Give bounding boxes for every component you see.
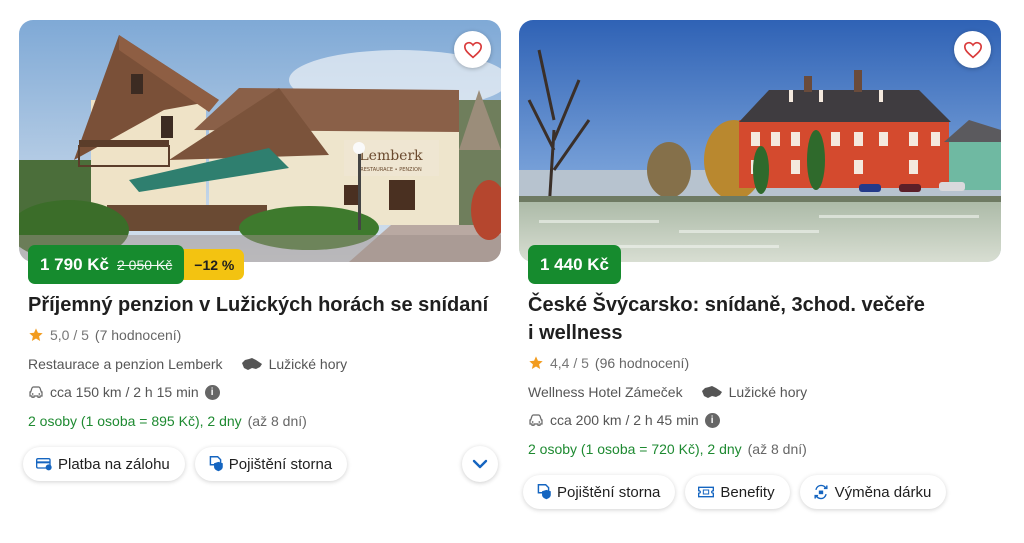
chip-cancellation-insurance[interactable]: Pojištění storna <box>523 475 676 509</box>
region-name: Lužické hory <box>728 384 808 400</box>
stay-extra: (až 8 dní) <box>747 441 807 457</box>
shield-document-icon <box>537 484 551 500</box>
rating-count: (7 hodnocení) <box>94 327 182 343</box>
offer-title-line2: i wellness <box>528 322 623 344</box>
travel-row: cca 150 km / 2 h 15 min i <box>28 384 220 400</box>
price-badge-group: 1 790 Kč 2 050 Kč −12 % <box>28 245 245 284</box>
chip-benefits[interactable]: Benefity <box>685 475 790 509</box>
offer-title[interactable]: Příjemný penzion v Lužických horách se s… <box>28 291 498 319</box>
star-icon <box>529 356 543 369</box>
car-icon <box>529 414 543 426</box>
offer-photo[interactable]: Lemberk RESTAURACE • PENZION <box>19 20 501 262</box>
photo-manor-hotel <box>519 20 1001 262</box>
chip-cancellation-insurance[interactable]: Pojištění storna <box>194 447 348 481</box>
travel-distance: cca 200 km / 2 h 45 min <box>550 412 699 428</box>
chip-deposit-payment[interactable]: Platba na zálohu <box>23 447 185 481</box>
sign-text: Lemberk <box>359 148 423 164</box>
price-badge: 1 440 Kč <box>528 245 621 284</box>
travel-distance: cca 150 km / 2 h 15 min <box>50 384 199 400</box>
region: Lužické hory <box>241 356 348 372</box>
photo-guesthouse: Lemberk RESTAURACE • PENZION <box>19 20 501 262</box>
heart-outline-icon <box>963 41 982 58</box>
price-badge: 1 790 Kč 2 050 Kč <box>28 245 185 284</box>
rating-score: 5,0 / 5 <box>50 327 89 343</box>
offer-title-line1: České Švýcarsko: snídaně, 3chod. večeře <box>528 294 925 316</box>
rating: 4,4 / 5 (96 hodnocení) <box>528 355 689 371</box>
czech-map-icon <box>241 358 262 370</box>
region-name: Lužické hory <box>268 356 348 372</box>
car-icon <box>29 386 43 398</box>
venue-row: Restaurace a penzion Lemberk Lužické hor… <box>28 356 347 372</box>
heart-outline-icon <box>463 41 482 58</box>
discount-badge: −12 % <box>178 249 245 280</box>
price-current: 1 790 Kč <box>40 254 109 274</box>
price-original: 2 050 Kč <box>117 256 173 273</box>
favorite-button[interactable] <box>954 31 991 68</box>
chip-label: Pojištění storna <box>557 483 661 501</box>
stay-details: 2 osoby (1 osoba = 720 Kč), 2 dny <box>528 441 742 457</box>
offer-card-penzion-lemberk[interactable]: Lemberk RESTAURACE • PENZION 1 790 Kč 2 … <box>19 20 501 482</box>
chip-gift-exchange[interactable]: Výměna dárku <box>799 475 947 509</box>
travel-row: cca 200 km / 2 h 45 min i <box>528 412 720 428</box>
card-payment-icon <box>36 458 52 471</box>
shield-document-icon <box>209 456 223 472</box>
info-icon[interactable]: i <box>704 412 720 428</box>
stay-info: 2 osoby (1 osoba = 895 Kč), 2 dny (až 8 d… <box>28 413 307 429</box>
venue-row: Wellness Hotel Zámeček Lužické hory <box>528 384 807 400</box>
expand-button[interactable] <box>462 446 498 482</box>
chip-label: Pojištění storna <box>228 455 333 473</box>
stay-info: 2 osoby (1 osoba = 720 Kč), 2 dny (až 8 d… <box>528 441 807 457</box>
czech-map-icon <box>701 386 722 398</box>
chevron-down-icon <box>472 459 488 469</box>
feature-chips: Pojištění storna Benefity Výměna dárku <box>523 475 947 509</box>
venue-name: Restaurace a penzion Lemberk <box>28 356 223 372</box>
info-icon[interactable]: i <box>204 384 220 400</box>
stay-extra: (až 8 dní) <box>247 413 307 429</box>
favorite-button[interactable] <box>454 31 491 68</box>
gift-exchange-icon <box>814 484 828 500</box>
chip-label: Platba na zálohu <box>58 455 170 473</box>
feature-chips: Platba na zálohu Pojištění storna <box>23 447 348 481</box>
rating-score: 4,4 / 5 <box>550 355 589 371</box>
rating: 5,0 / 5 (7 hodnocení) <box>28 327 181 343</box>
stay-details: 2 osoby (1 osoba = 895 Kč), 2 dny <box>28 413 242 429</box>
region: Lužické hory <box>701 384 808 400</box>
sign-subtext: RESTAURACE • PENZION <box>360 167 422 173</box>
price-badge-group: 1 440 Kč <box>528 245 621 284</box>
venue-name: Wellness Hotel Zámeček <box>528 384 683 400</box>
rating-count: (96 hodnocení) <box>594 355 690 371</box>
chip-label: Benefity <box>720 483 775 501</box>
chip-label: Výměna dárku <box>834 483 932 501</box>
offer-photo[interactable] <box>519 20 1001 262</box>
star-icon <box>29 328 43 341</box>
offer-title[interactable]: České Švýcarsko: snídaně, 3chod. večeře … <box>528 291 948 347</box>
offer-card-hotel-zamecek[interactable]: 1 440 Kč České Švýcarsko: snídaně, 3chod… <box>519 20 1001 509</box>
price-current: 1 440 Kč <box>540 254 609 274</box>
ticket-icon <box>698 486 715 498</box>
